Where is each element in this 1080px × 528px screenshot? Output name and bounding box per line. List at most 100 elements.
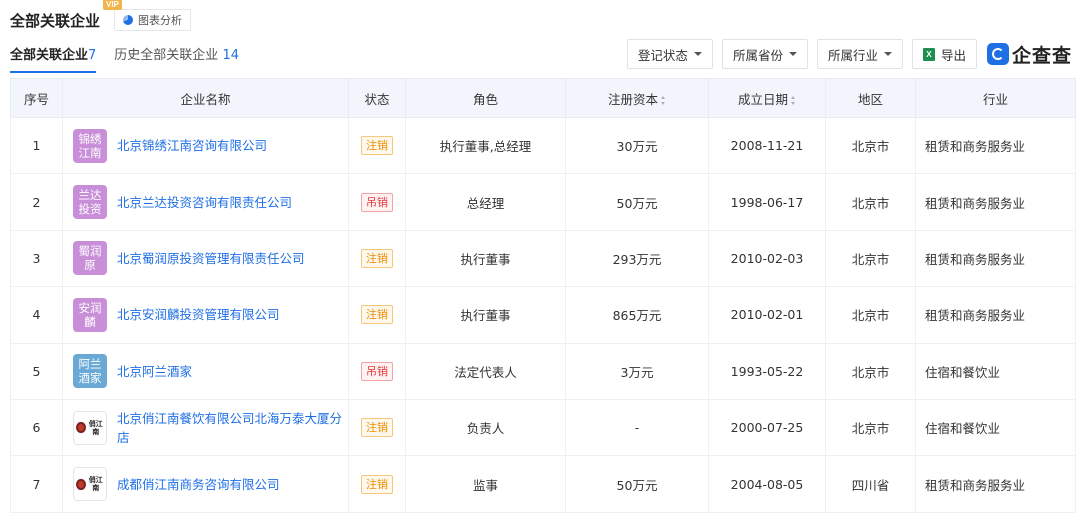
role-cell: 负责人 xyxy=(405,398,566,457)
brand-name: 企查查 xyxy=(1011,44,1072,67)
filter-label: 所属行业 xyxy=(827,47,878,63)
company-name-link[interactable]: 北京锦绣江南咨询有限公司 xyxy=(117,136,267,155)
industry-cell: 住宿和餐饮业 xyxy=(915,342,1076,400)
date-cell: 2010-02-01 xyxy=(708,286,826,344)
status-cell: 注销 xyxy=(348,455,406,513)
table-row: 7 俏江南 成都俏江南商务咨询有限公司 注销 监事 50万元 2004-08-05 四川省 租赁… xyxy=(10,455,1076,513)
caret-down-icon xyxy=(693,52,702,56)
company-logo: 俏江南 xyxy=(73,467,107,502)
row-no: 1 xyxy=(10,116,63,175)
company-name-link[interactable]: 北京阿兰酒家 xyxy=(117,362,192,381)
status-cell: 吊销 xyxy=(348,173,406,231)
col-header-capital[interactable]: 注册资本 xyxy=(565,78,709,118)
company-name-link[interactable]: 北京安润麟投资管理有限公司 xyxy=(117,305,280,324)
capital-cell: 30万元 xyxy=(565,116,709,175)
date-cell: 2004-08-05 xyxy=(708,455,826,513)
company-cell: 锦绣江南 北京锦绣江南咨询有限公司 xyxy=(62,116,349,175)
col-header-name: 企业名称 xyxy=(62,78,349,118)
status-cell: 吊销 xyxy=(348,342,406,400)
company-cell: 蜀润原 北京蜀润原投资管理有限责任公司 xyxy=(62,229,349,288)
region-cell: 北京市 xyxy=(825,173,916,231)
filter-province[interactable]: 所属省份 xyxy=(721,39,808,69)
company-logo: 蜀润原 xyxy=(73,241,107,276)
capital-cell: 50万元 xyxy=(565,455,709,513)
col-header-no: 序号 xyxy=(10,78,63,118)
tab-history-related[interactable]: 历史全部关联企业 14 xyxy=(114,44,239,71)
sort-icon[interactable] xyxy=(791,95,796,105)
capital-cell: 3万元 xyxy=(565,342,709,400)
tab-all-related[interactable]: 全部关联企业7 xyxy=(10,44,97,73)
export-button[interactable]: X 导出 xyxy=(911,39,977,69)
status-badge: 注销 xyxy=(361,474,393,494)
caret-down-icon xyxy=(883,52,892,56)
company-name-link[interactable]: 北京俏江南餐饮有限公司北海万泰大厦分店 xyxy=(117,409,348,447)
row-no: 6 xyxy=(10,398,63,457)
capital-cell: 50万元 xyxy=(565,173,709,231)
industry-cell: 租赁和商务服务业 xyxy=(915,286,1076,344)
company-name-link[interactable]: 北京蜀润原投资管理有限责任公司 xyxy=(117,249,305,268)
filter-registration-status[interactable]: 登记状态 xyxy=(626,39,713,69)
region-cell: 北京市 xyxy=(825,116,916,175)
tab-label: 全部关联企业 xyxy=(10,48,89,63)
role-cell: 总经理 xyxy=(405,173,566,231)
pie-chart-icon xyxy=(123,15,134,25)
row-no: 4 xyxy=(10,286,63,344)
col-header-industry: 行业 xyxy=(915,78,1076,118)
excel-icon: X xyxy=(922,47,935,61)
status-badge: 吊销 xyxy=(361,192,393,212)
company-cell: 安润麟 北京安润麟投资管理有限公司 xyxy=(62,286,349,344)
company-name-link[interactable]: 北京兰达投资咨询有限责任公司 xyxy=(117,193,292,212)
region-cell: 北京市 xyxy=(825,229,916,288)
company-logo: 阿兰酒家 xyxy=(73,354,107,389)
industry-cell: 租赁和商务服务业 xyxy=(915,116,1076,175)
table-row: 2 兰达投资 北京兰达投资咨询有限责任公司 吊销 总经理 50万元 1998-06-17 北京… xyxy=(10,173,1076,231)
col-header-label: 注册资本 xyxy=(607,91,658,107)
industry-cell: 住宿和餐饮业 xyxy=(915,398,1076,457)
table-row: 5 阿兰酒家 北京阿兰酒家 吊销 法定代表人 3万元 1993-05-22 北京市 住宿和餐饮业 xyxy=(10,342,1076,400)
table-row: 3 蜀润原 北京蜀润原投资管理有限责任公司 注销 执行董事 293万元 2010-02-03… xyxy=(10,229,1076,288)
sort-icon[interactable] xyxy=(661,95,666,105)
capital-cell: 293万元 xyxy=(565,229,709,288)
region-cell: 北京市 xyxy=(825,342,916,400)
company-name-link[interactable]: 成都俏江南商务咨询有限公司 xyxy=(117,475,280,494)
filter-industry[interactable]: 所属行业 xyxy=(816,39,903,69)
role-cell: 执行董事 xyxy=(405,229,566,288)
date-cell: 2010-02-03 xyxy=(708,229,826,288)
role-cell: 执行董事,总经理 xyxy=(405,116,566,175)
brand-logo: 企查查 xyxy=(986,41,1072,68)
related-companies-table: 序号 企业名称 状态 角色 注册资本 成立日期 地区 行业 1 锦绣江南 北京锦绣江… xyxy=(10,78,1076,513)
company-logo: 兰达投资 xyxy=(73,185,107,220)
industry-cell: 租赁和商务服务业 xyxy=(915,455,1076,513)
date-cell: 2008-11-21 xyxy=(708,116,826,175)
status-cell: 注销 xyxy=(348,116,406,175)
filter-label: 登记状态 xyxy=(637,47,688,63)
col-header-region: 地区 xyxy=(825,78,916,118)
role-cell: 监事 xyxy=(405,455,566,513)
status-badge: 注销 xyxy=(361,136,393,156)
company-logo: 安润麟 xyxy=(73,297,107,332)
col-header-role: 角色 xyxy=(405,78,566,118)
status-cell: 注销 xyxy=(348,286,406,344)
logo-text: 俏江南 xyxy=(88,476,103,493)
tab-count: 7 xyxy=(88,48,97,63)
tabs: 全部关联企业7 历史全部关联企业 14 xyxy=(10,44,257,73)
table-row: 4 安润麟 北京安润麟投资管理有限公司 注销 执行董事 865万元 2010-02-01 北京… xyxy=(10,286,1076,344)
filter-label: 所属省份 xyxy=(732,47,783,63)
capital-cell: 865万元 xyxy=(565,286,709,344)
col-header-label: 成立日期 xyxy=(737,91,788,107)
region-cell: 北京市 xyxy=(825,286,916,344)
company-logo: 俏江南 xyxy=(73,410,107,445)
role-cell: 法定代表人 xyxy=(405,342,566,400)
role-cell: 执行董事 xyxy=(405,286,566,344)
col-header-date[interactable]: 成立日期 xyxy=(708,78,826,118)
toolbar: 登记状态 所属省份 所属行业 X 导出 企查查 xyxy=(626,39,1072,69)
tab-count: 14 xyxy=(222,48,239,63)
company-cell: 兰达投资 北京兰达投资咨询有限责任公司 xyxy=(62,173,349,231)
page-title: 全部关联企业 xyxy=(10,11,101,30)
chart-analysis-button[interactable]: 图表分析 xyxy=(114,9,192,31)
date-cell: 2000-07-25 xyxy=(708,398,826,457)
status-badge: 吊销 xyxy=(361,361,393,381)
region-cell: 四川省 xyxy=(825,455,916,513)
capital-cell: - xyxy=(565,398,709,457)
row-no: 7 xyxy=(10,455,63,513)
